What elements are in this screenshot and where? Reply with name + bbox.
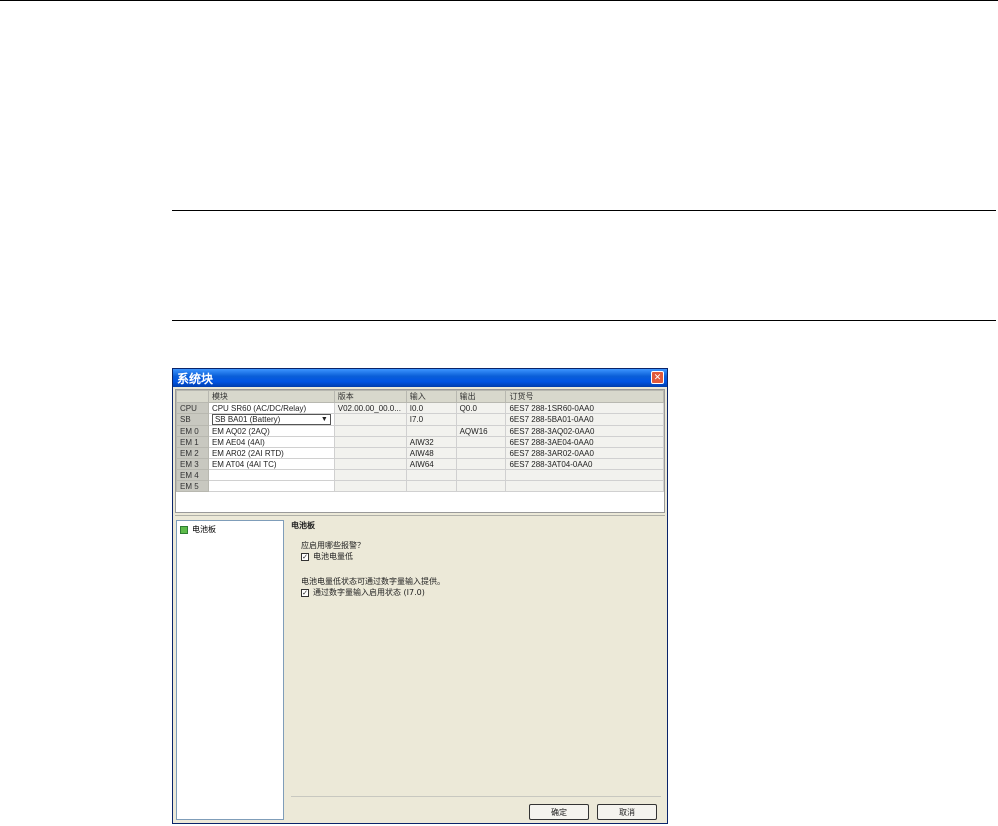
battery-settings-panel: 电池板 应启用哪些报警？ ✓ 电池电量低 电池电量低状态可通过数字量输入提供。 …: [291, 520, 661, 820]
version-cell: [333, 469, 407, 481]
version-cell: [333, 413, 407, 426]
dialog-title: 系统块: [177, 372, 214, 386]
chevron-down-icon[interactable]: ▼: [321, 416, 328, 423]
output-cell[interactable]: [455, 447, 507, 459]
module-cell[interactable]: EM AQ02 (2AQ): [207, 425, 335, 437]
table-row[interactable]: EM 3 EM AT04 (4AI TC) AIW64 6ES7 288-3AT…: [176, 458, 664, 470]
close-icon[interactable]: ✕: [651, 371, 664, 384]
module-cell[interactable]: EM AT04 (4AI TC): [207, 458, 335, 470]
alarm-question: 应启用哪些报警？: [301, 540, 365, 551]
module-cell[interactable]: EM AR02 (2AI RTD): [207, 447, 335, 459]
page-top-rule: [0, 0, 998, 1]
table-row[interactable]: EM 1 EM AE04 (4AI) AIW32 6ES7 288-3AE04-…: [176, 436, 664, 448]
title-bar: 系统块 ✕: [173, 369, 667, 387]
order-cell: [505, 469, 664, 481]
table-row[interactable]: EM 2 EM AR02 (2AI RTD) AIW48 6ES7 288-3A…: [176, 447, 664, 459]
version-cell: [333, 480, 407, 492]
tree-item-label: 电池板: [192, 525, 216, 534]
low-battery-option[interactable]: ✓ 电池电量低: [301, 551, 353, 562]
output-cell[interactable]: AQW16: [455, 425, 507, 437]
module-cell[interactable]: SB BA01 (Battery) ▼: [207, 413, 335, 426]
battery-node-icon: [180, 525, 188, 534]
module-cell[interactable]: CPU SR60 (AC/DC/Relay): [207, 402, 335, 414]
output-cell[interactable]: [455, 413, 507, 426]
note-top-rule: [172, 210, 996, 211]
table-row[interactable]: EM 4: [176, 469, 664, 481]
module-dropdown[interactable]: SB BA01 (Battery) ▼: [211, 414, 331, 425]
input-cell[interactable]: AIW64: [405, 458, 457, 470]
cancel-button[interactable]: 取消: [597, 804, 657, 820]
slot-cell: SB: [176, 413, 209, 426]
note-bottom-rule: [172, 320, 996, 321]
module-dropdown-value: SB BA01 (Battery): [214, 415, 281, 424]
battery-status-info-text: 电池电量低状态可通过数字量输入提供。: [301, 577, 445, 586]
version-cell: [333, 458, 407, 470]
table-row[interactable]: CPU CPU SR60 (AC/DC/Relay) V02.00.00_00.…: [176, 402, 664, 414]
alarm-question-text: 应启用哪些报警？: [301, 541, 365, 550]
input-cell[interactable]: AIW48: [405, 447, 457, 459]
version-cell: [333, 436, 407, 448]
table-row[interactable]: EM 5: [176, 480, 664, 492]
digital-input-status-option[interactable]: ✓ 通过数字量输入启用状态 (I7.0): [301, 587, 425, 598]
input-cell[interactable]: [405, 425, 457, 437]
digital-input-status-checkbox[interactable]: ✓: [301, 588, 309, 597]
ok-button[interactable]: 确定: [529, 804, 589, 820]
header-slot: [176, 390, 209, 403]
input-cell[interactable]: I0.0: [405, 402, 457, 414]
slot-cell: CPU: [176, 402, 209, 414]
version-cell: V02.00.00_00.0...: [333, 402, 407, 414]
button-separator: [291, 796, 661, 797]
order-cell: 6ES7 288-1SR60-0AA0: [505, 402, 664, 414]
table-header-row: 模块 版本 输入 输出 订货号: [176, 390, 664, 403]
settings-area: 电池板 电池板 应启用哪些报警？ ✓ 电池电量低 电池电量低状态可通过数字量输入…: [175, 515, 665, 824]
module-table: 模块 版本 输入 输出 订货号 CPU CPU SR60 (AC/DC/Rela…: [175, 389, 665, 513]
system-block-dialog: 系统块 ✕ 模块 版本 输入 输出 订货号 CPU CPU SR60 (AC/D…: [172, 368, 668, 824]
slot-cell: EM 3: [176, 458, 209, 470]
header-input: 输入: [405, 390, 457, 403]
module-cell[interactable]: [207, 480, 335, 492]
header-output: 输出: [455, 390, 507, 403]
tree-item-battery-board[interactable]: 电池板: [180, 524, 216, 535]
slot-cell: EM 2: [176, 447, 209, 459]
slot-cell: EM 1: [176, 436, 209, 448]
table-row[interactable]: EM 0 EM AQ02 (2AQ) AQW16 6ES7 288-3AQ02-…: [176, 425, 664, 437]
low-battery-label: 电池电量低: [313, 552, 353, 561]
order-cell: 6ES7 288-3AE04-0AA0: [505, 436, 664, 448]
input-cell[interactable]: [405, 469, 457, 481]
output-cell[interactable]: [455, 480, 507, 492]
module-cell[interactable]: [207, 469, 335, 481]
header-version: 版本: [333, 390, 407, 403]
battery-status-info: 电池电量低状态可通过数字量输入提供。: [301, 576, 445, 587]
table-row[interactable]: SB SB BA01 (Battery) ▼ I7.0 6ES7 288-5BA…: [176, 413, 664, 426]
settings-tree: 电池板: [176, 520, 284, 820]
input-cell[interactable]: I7.0: [405, 413, 457, 426]
panel-heading: 电池板: [291, 521, 315, 530]
output-cell[interactable]: [455, 458, 507, 470]
order-cell: 6ES7 288-5BA01-0AA0: [505, 413, 664, 426]
order-cell: 6ES7 288-3AR02-0AA0: [505, 447, 664, 459]
slot-cell: EM 4: [176, 469, 209, 481]
version-cell: [333, 425, 407, 437]
output-cell[interactable]: Q0.0: [455, 402, 507, 414]
low-battery-checkbox[interactable]: ✓: [301, 552, 309, 561]
output-cell[interactable]: [455, 436, 507, 448]
header-module: 模块: [207, 390, 335, 403]
order-cell: 6ES7 288-3AQ02-0AA0: [505, 425, 664, 437]
digital-input-status-label: 通过数字量输入启用状态 (I7.0): [313, 588, 425, 597]
slot-cell: EM 0: [176, 425, 209, 437]
slot-cell: EM 5: [176, 480, 209, 492]
order-cell: [505, 480, 664, 492]
header-order-number: 订货号: [505, 390, 664, 403]
input-cell[interactable]: [405, 480, 457, 492]
output-cell[interactable]: [455, 469, 507, 481]
version-cell: [333, 447, 407, 459]
order-cell: 6ES7 288-3AT04-0AA0: [505, 458, 664, 470]
module-cell[interactable]: EM AE04 (4AI): [207, 436, 335, 448]
input-cell[interactable]: AIW32: [405, 436, 457, 448]
